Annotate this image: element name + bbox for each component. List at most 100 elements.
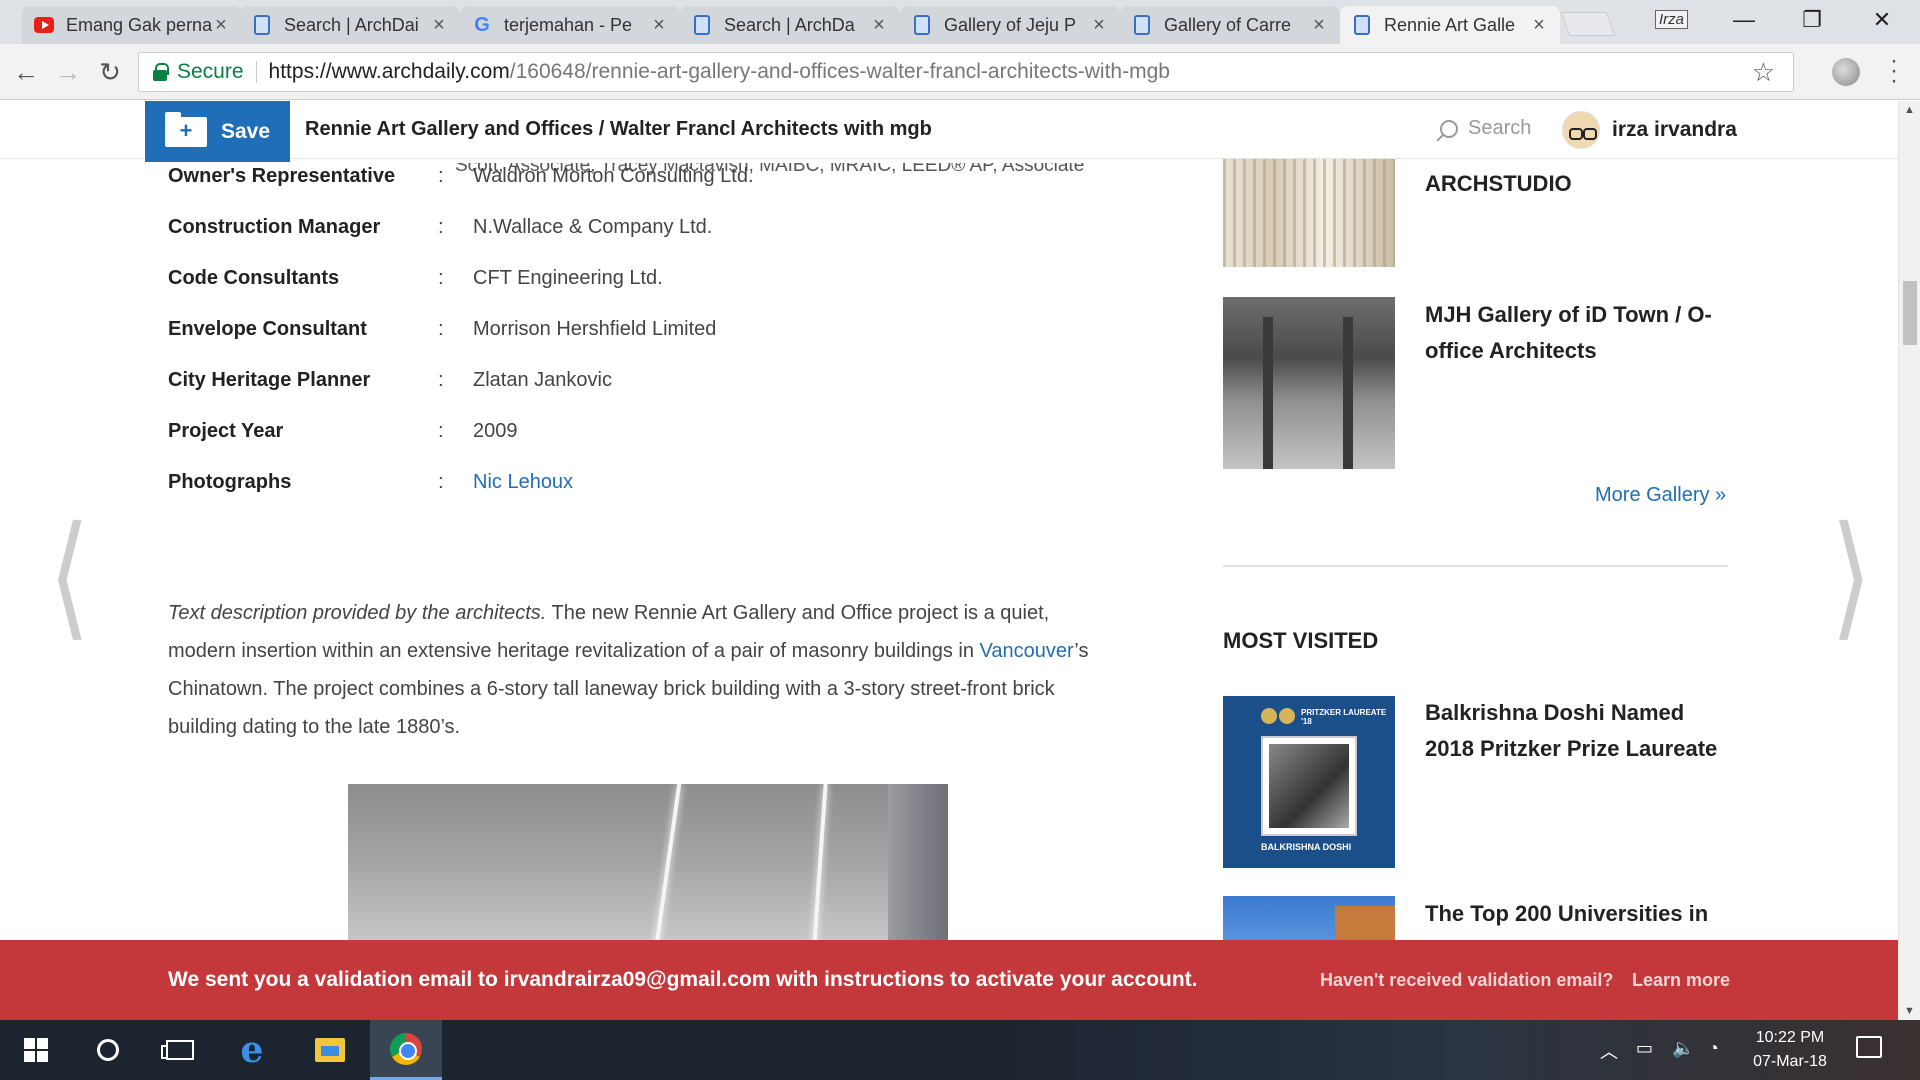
gallery-thumbnail-archstudio[interactable] [1223,158,1395,267]
tab-google[interactable]: G terjemahan - Pe × [460,6,680,44]
save-button[interactable]: Save [145,101,290,162]
close-icon[interactable]: × [1310,14,1328,37]
previous-arrow-icon[interactable]: ❬ [45,501,95,640]
search-icon [1440,119,1458,138]
most-visited-title-doshi[interactable]: Balkrishna Doshi Named 2018 Pritzker Pri… [1425,695,1725,767]
scroll-up-icon[interactable]: ▲ [1904,104,1915,116]
description-intro: Text description provided by the archite… [168,602,547,624]
profile-badge[interactable]: Irza [1655,10,1689,29]
vancouver-link[interactable]: Vancouver [980,640,1075,662]
windows-logo-icon [24,1038,48,1062]
tab-title: Rennie Art Galle [1384,14,1516,35]
spec-label: Owner's Representative [168,165,396,187]
close-icon[interactable]: × [1530,14,1548,37]
archdaily-icon [912,15,932,35]
spec-value: Waldron Morton Consulting Ltd. [473,165,754,187]
reload-icon[interactable]: ↻ [94,56,126,88]
window-close-icon[interactable]: ✕ [1852,0,1912,40]
start-button[interactable] [0,1020,72,1080]
url-host: https://www.archdaily.com [268,60,510,83]
close-icon[interactable]: × [212,14,230,37]
tab-title: Search | ArchDai [284,14,419,35]
edge-icon: e [240,1029,264,1071]
validation-message: We sent you a validation email to irvand… [168,968,1198,991]
cortana-icon [97,1039,119,1061]
chrome-taskbar-button[interactable] [370,1020,442,1080]
wifi-icon[interactable]: ◔ [1708,1038,1719,1059]
site-header: Save Rennie Art Gallery and Offices / Wa… [0,101,1898,162]
spec-value: Zlatan Jankovic [473,369,612,391]
volume-icon[interactable]: 🔈 [1672,1038,1694,1059]
next-arrow-icon[interactable]: ❭ [1825,501,1875,640]
header-search[interactable]: Search [1440,117,1531,140]
youtube-icon [34,15,54,35]
close-icon[interactable]: × [870,14,888,37]
forward-arrow-icon[interactable]: → [52,56,84,88]
page-scrollbar[interactable]: ▲ ▼ [1898,101,1920,1020]
tab-rennie-active[interactable]: Rennie Art Galle × [1340,6,1560,44]
spec-colon: : [438,216,444,238]
spec-colon: : [438,165,444,187]
close-icon[interactable]: × [430,14,448,37]
thumbnail-caption: PRITZKER LAUREATE '18 [1301,708,1387,726]
browser-menu-icon[interactable]: · · · [1890,49,1898,93]
action-center-icon[interactable] [1856,1036,1882,1058]
url-path: /160648/rennie-art-gallery-and-offices-w… [509,60,1170,83]
most-visited-title-universities[interactable]: The Top 200 Universities in [1425,896,1725,932]
extension-icon[interactable] [1832,58,1860,86]
gallery-title-mjh[interactable]: MJH Gallery of iD Town / O-office Archit… [1425,297,1725,369]
spec-colon: : [438,318,444,340]
tab-archdaily-search[interactable]: Search | ArchDai × [240,6,460,44]
search-label: Search [1468,117,1532,139]
spec-value: CFT Engineering Ltd. [473,267,663,289]
gallery-thumbnail-mjh[interactable] [1223,297,1395,469]
scrollbar-thumb[interactable] [1903,281,1917,345]
article-photo[interactable] [348,784,948,944]
file-explorer-taskbar-button[interactable] [294,1020,366,1080]
spec-colon: : [438,471,444,493]
more-gallery-link[interactable]: More Gallery » [1595,484,1726,507]
resend-validation-link[interactable]: Haven't received validation email? [1320,970,1613,991]
close-icon[interactable]: × [650,14,668,37]
tab-title: terjemahan - Pe [504,14,633,35]
task-view-button[interactable] [144,1020,216,1080]
address-bar[interactable]: Secure https://www.archdaily.com/160648/… [138,52,1794,92]
lock-icon [153,63,169,81]
save-label: Save [220,119,271,143]
restore-icon[interactable]: ❐ [1782,0,1842,40]
archdaily-icon [1132,15,1152,35]
spec-row: Code Consultants : CFT Engineering Ltd. [168,267,663,297]
gallery-title-archstudio[interactable]: ARCHSTUDIO [1425,166,1725,202]
tab-youtube[interactable]: Emang Gak perna × [22,6,242,44]
user-menu[interactable]: irza irvandra [1562,111,1737,149]
tab-gallery-carre[interactable]: Gallery of Carre × [1120,6,1340,44]
scroll-down-icon[interactable]: ▼ [1904,1005,1915,1017]
spec-row: Envelope Consultant : Morrison Hershfiel… [168,318,716,348]
photographer-link[interactable]: Nic Lehoux [473,471,573,501]
new-tab-button[interactable] [1560,12,1616,36]
most-visited-thumbnail-universities[interactable] [1223,896,1395,946]
minimize-icon[interactable]: — [1714,0,1774,40]
spec-label: Photographs [168,471,292,493]
bookmark-star-icon[interactable]: ☆ [1752,57,1775,88]
spec-label: Construction Manager [168,216,381,238]
most-visited-thumbnail-doshi[interactable]: PRITZKER LAUREATE '18 BALKRISHNA DOSHI [1223,696,1395,868]
secure-label: Secure [177,60,244,83]
cortana-button[interactable] [72,1020,144,1080]
learn-more-link[interactable]: Learn more [1632,970,1730,991]
close-icon[interactable]: × [1090,14,1108,37]
system-clock[interactable]: 10:22 PM 07-Mar-18 [1740,1026,1840,1074]
thumbnail-caption: BALKRISHNA DOSHI [1261,842,1352,852]
tab-title: Gallery of Carre [1164,14,1292,35]
spec-label: Code Consultants [168,267,340,289]
battery-icon[interactable]: ▭ [1636,1038,1653,1059]
tab-gallery-jeju[interactable]: Gallery of Jeju P × [900,6,1120,44]
browser-tab-strip: Emang Gak perna × Search | ArchDai × G t… [0,0,1920,44]
edge-taskbar-button[interactable]: e [216,1020,288,1080]
chrome-icon [390,1032,422,1065]
avatar [1562,111,1600,149]
show-hidden-icons-chevron-icon[interactable]: ︿ [1600,1038,1618,1064]
tab-archdaily-search-2[interactable]: Search | ArchDa × [680,6,900,44]
back-arrow-icon[interactable]: ← [10,56,42,88]
tab-title: Emang Gak perna [66,14,212,35]
